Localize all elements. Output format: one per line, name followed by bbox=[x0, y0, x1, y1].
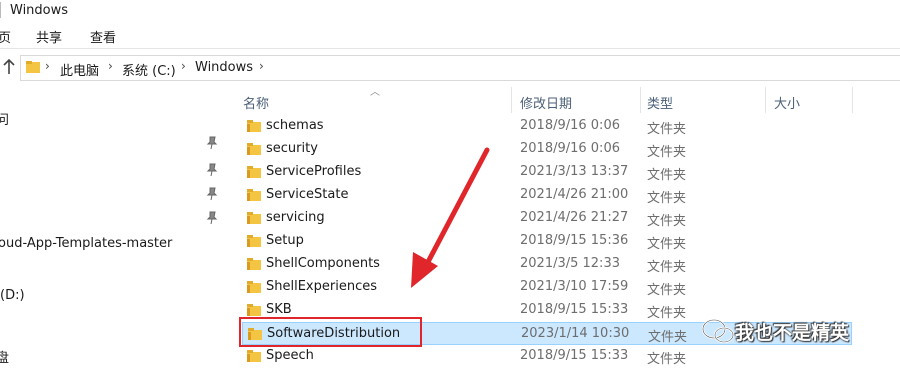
chevron-right-icon[interactable]: › bbox=[181, 59, 186, 73]
folder-icon bbox=[247, 235, 261, 247]
file-row[interactable]: ShellComponents 2021/3/5 12:33 文件夹 bbox=[242, 253, 852, 276]
file-name[interactable]: schemas bbox=[266, 118, 324, 133]
folder-icon bbox=[247, 281, 261, 293]
sort-ascending-icon: ︿ bbox=[370, 87, 380, 98]
file-type: 文件夹 bbox=[647, 283, 687, 298]
file-modified: 2021/3/13 13:37 bbox=[520, 164, 629, 179]
column-header-size[interactable]: 大小 bbox=[774, 93, 800, 112]
window-title: Windows bbox=[10, 3, 69, 18]
file-modified: 2021/3/5 12:33 bbox=[520, 256, 620, 271]
file-type: 文件夹 bbox=[647, 145, 687, 160]
pin-icon bbox=[206, 187, 218, 201]
folder-icon bbox=[247, 120, 261, 132]
folder-icon bbox=[247, 166, 261, 178]
file-row[interactable]: ServiceProfiles 2021/3/13 13:37 文件夹 bbox=[242, 161, 852, 184]
nav-item-disk[interactable]: 盘 bbox=[0, 347, 9, 366]
file-type: 文件夹 bbox=[648, 330, 688, 345]
folder-icon bbox=[247, 304, 261, 316]
folder-icon bbox=[247, 350, 261, 362]
folder-icon bbox=[247, 258, 261, 270]
file-row[interactable]: servicing 2021/4/26 21:27 文件夹 bbox=[242, 207, 852, 230]
pin-icon bbox=[206, 163, 218, 177]
file-type: 文件夹 bbox=[647, 306, 687, 321]
file-type: 文件夹 bbox=[647, 191, 687, 206]
file-type: 文件夹 bbox=[647, 168, 687, 183]
watermark-text: 我也不是精英 bbox=[735, 322, 850, 344]
file-modified: 2018/9/16 0:06 bbox=[520, 118, 620, 133]
column-divider[interactable] bbox=[852, 87, 853, 113]
file-row[interactable]: schemas 2018/9/16 0:06 文件夹 bbox=[242, 115, 852, 138]
file-modified: 2018/9/16 0:06 bbox=[520, 141, 620, 156]
file-modified: 2018/9/15 15:33 bbox=[520, 348, 629, 363]
file-modified: 2021/3/10 17:59 bbox=[520, 279, 629, 294]
file-row[interactable]: ShellExperiences 2021/3/10 17:59 文件夹 bbox=[242, 276, 852, 299]
file-name[interactable]: servicing bbox=[266, 210, 325, 225]
file-row[interactable]: security 2018/9/16 0:06 文件夹 bbox=[242, 138, 852, 161]
file-name[interactable]: ShellExperiences bbox=[266, 279, 377, 294]
file-modified: 2023/1/14 10:30 bbox=[521, 326, 630, 341]
nav-scrollbar[interactable] bbox=[222, 87, 234, 371]
nav-item-templates-folder[interactable]: oud-App-Templates-master bbox=[0, 236, 172, 251]
file-row[interactable]: Setup 2018/9/15 15:36 文件夹 bbox=[242, 230, 852, 253]
file-type: 文件夹 bbox=[647, 214, 687, 229]
file-name[interactable]: ServiceProfiles bbox=[266, 164, 361, 179]
file-type: 文件夹 bbox=[647, 237, 687, 252]
breadcrumb-windows[interactable]: Windows bbox=[195, 60, 253, 75]
file-type: 文件夹 bbox=[647, 352, 687, 367]
column-header-type[interactable]: 类型 bbox=[647, 93, 673, 112]
pin-icon bbox=[206, 136, 218, 150]
file-name[interactable]: ServiceState bbox=[266, 187, 348, 202]
ribbon: 页 共享 查看 bbox=[0, 22, 900, 49]
file-modified: 2021/4/26 21:00 bbox=[520, 187, 629, 202]
file-modified: 2018/9/15 15:36 bbox=[520, 233, 629, 248]
file-modified: 2018/9/15 15:33 bbox=[520, 302, 629, 317]
title-bar: Windows bbox=[0, 0, 900, 22]
column-header-modified[interactable]: 修改日期 bbox=[520, 93, 572, 112]
chevron-right-icon[interactable]: › bbox=[45, 59, 50, 73]
column-divider[interactable] bbox=[765, 87, 766, 113]
nav-item-quick-access[interactable]: 问 bbox=[0, 109, 9, 128]
pin-icon bbox=[206, 211, 218, 225]
column-divider[interactable] bbox=[511, 87, 512, 113]
file-name[interactable]: ShellComponents bbox=[266, 256, 380, 271]
up-arrow-icon[interactable] bbox=[2, 58, 16, 76]
folder-icon bbox=[247, 189, 261, 201]
tab-view[interactable]: 查看 bbox=[90, 27, 116, 46]
file-row[interactable]: ServiceState 2021/4/26 21:00 文件夹 bbox=[242, 184, 852, 207]
folder-icon bbox=[247, 143, 261, 155]
navigation-pane bbox=[0, 87, 222, 371]
breadcrumb-system-c[interactable]: 系统 (C:) bbox=[122, 60, 176, 79]
file-type: 文件夹 bbox=[647, 260, 687, 275]
nav-item-drive-d[interactable]: (D:) bbox=[0, 288, 25, 303]
title-separator bbox=[0, 2, 1, 18]
tab-view-page[interactable]: 页 bbox=[0, 27, 11, 46]
folder-icon bbox=[247, 212, 261, 224]
column-header-name[interactable]: 名称 bbox=[243, 93, 269, 112]
file-row[interactable]: Speech 2018/9/15 15:33 文件夹 bbox=[242, 345, 852, 368]
file-name[interactable]: Speech bbox=[266, 348, 314, 363]
folder-icon bbox=[26, 61, 40, 73]
tab-share[interactable]: 共享 bbox=[36, 27, 62, 46]
file-name[interactable]: security bbox=[266, 141, 318, 156]
chevron-right-icon[interactable]: › bbox=[108, 59, 113, 73]
chevron-right-icon[interactable]: › bbox=[259, 59, 264, 73]
breadcrumb-this-pc[interactable]: 此电脑 bbox=[60, 60, 99, 79]
column-divider[interactable] bbox=[640, 87, 641, 113]
file-type: 文件夹 bbox=[647, 122, 687, 137]
file-modified: 2021/4/26 21:27 bbox=[520, 210, 629, 225]
highlight-box bbox=[239, 317, 422, 347]
file-name[interactable]: SKB bbox=[266, 302, 292, 317]
wechat-icon bbox=[701, 318, 735, 344]
file-name[interactable]: Setup bbox=[266, 233, 304, 248]
